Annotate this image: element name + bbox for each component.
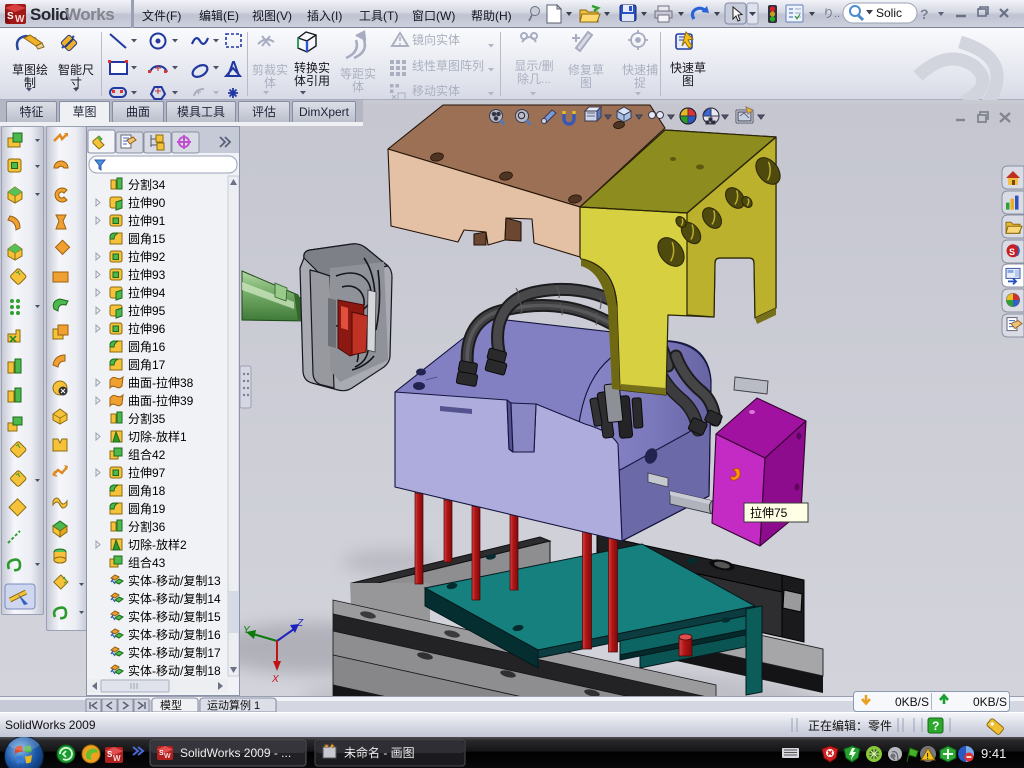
svg-text:0KB/S: 0KB/S bbox=[973, 695, 1007, 709]
svg-text:0KB/S: 0KB/S bbox=[895, 695, 929, 709]
svg-text:模型: 模型 bbox=[160, 698, 182, 712]
svg-text:圆角15: 圆角15 bbox=[128, 232, 166, 246]
svg-text:?: ? bbox=[932, 719, 939, 733]
svg-text:!: ! bbox=[926, 752, 929, 761]
svg-text:分割34: 分割34 bbox=[128, 177, 166, 192]
svg-text:Z: Z bbox=[296, 618, 304, 629]
svg-text:圆角17: 圆角17 bbox=[128, 358, 166, 372]
svg-text:实体-移动/复制14: 实体-移动/复制14 bbox=[128, 591, 221, 606]
svg-text:拉伸91: 拉伸91 bbox=[128, 213, 166, 228]
svg-text:圆角18: 圆角18 bbox=[128, 484, 166, 498]
svg-text:分割36: 分割36 bbox=[128, 519, 166, 534]
svg-text:组合42: 组合42 bbox=[128, 447, 166, 462]
svg-text:曲面-拉伸38: 曲面-拉伸38 bbox=[128, 375, 194, 390]
svg-text:圆角19: 圆角19 bbox=[128, 502, 166, 516]
svg-text:切除-放样2: 切除-放样2 bbox=[128, 537, 187, 552]
svg-text:分割35: 分割35 bbox=[128, 411, 166, 426]
svg-text:实体-移动/复制17: 实体-移动/复制17 bbox=[128, 645, 221, 660]
svg-text:拉伸92: 拉伸92 bbox=[128, 249, 166, 264]
svg-text:运动算例 1: 运动算例 1 bbox=[207, 698, 260, 712]
svg-text:实体-移动/复制15: 实体-移动/复制15 bbox=[128, 609, 221, 624]
svg-text:拉伸94: 拉伸94 bbox=[128, 285, 166, 300]
svg-text:W: W bbox=[113, 754, 121, 763]
svg-text:拉伸93: 拉伸93 bbox=[128, 267, 166, 282]
svg-text:实体-移动/复制13: 实体-移动/复制13 bbox=[128, 573, 221, 588]
svg-text:W: W bbox=[164, 753, 171, 760]
svg-text:实体-移动/复制18: 实体-移动/复制18 bbox=[128, 663, 221, 678]
svg-text:拉伸96: 拉伸96 bbox=[128, 321, 166, 336]
svg-text:切除-放样1: 切除-放样1 bbox=[128, 429, 187, 444]
svg-text:组合43: 组合43 bbox=[128, 555, 166, 570]
svg-text:9:41: 9:41 bbox=[981, 746, 1006, 761]
svg-text:拉伸90: 拉伸90 bbox=[128, 195, 166, 210]
svg-text:正在编辑：零件: 正在编辑：零件 bbox=[808, 718, 892, 733]
svg-text:曲面-拉伸39: 曲面-拉伸39 bbox=[128, 393, 194, 408]
svg-text:圆角16: 圆角16 bbox=[128, 340, 166, 354]
svg-text:SolidWorks 2009 - ...: SolidWorks 2009 - ... bbox=[180, 746, 291, 760]
svg-text:未命名 - 画图: 未命名 - 画图 bbox=[344, 745, 415, 760]
svg-text:X: X bbox=[271, 674, 279, 685]
svg-text:实体-移动/复制16: 实体-移动/复制16 bbox=[128, 627, 221, 642]
svg-text:拉伸95: 拉伸95 bbox=[128, 303, 166, 318]
svg-text:拉伸97: 拉伸97 bbox=[128, 465, 166, 480]
svg-text:S: S bbox=[1009, 247, 1015, 257]
svg-text:拉伸75: 拉伸75 bbox=[750, 505, 788, 520]
